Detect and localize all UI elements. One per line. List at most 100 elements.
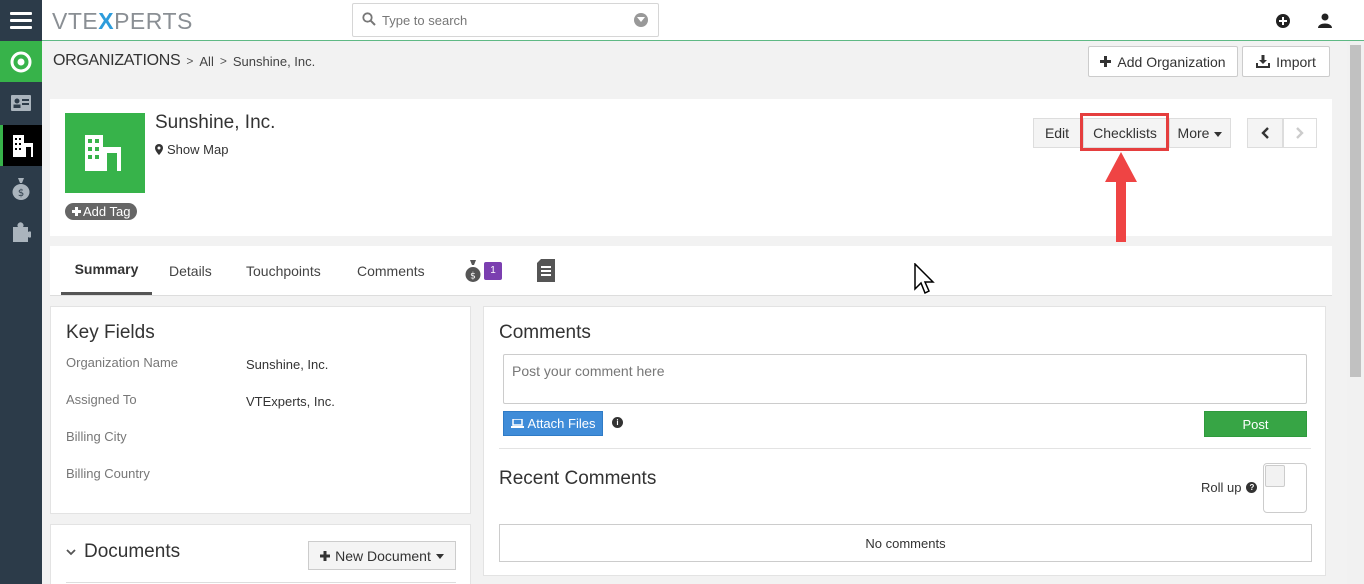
no-comments-message: No comments xyxy=(499,524,1312,562)
logo-text-x: X xyxy=(98,8,115,34)
info-icon[interactable]: i xyxy=(612,417,623,428)
previous-record-button[interactable] xyxy=(1247,118,1283,148)
breadcrumb-filter[interactable]: All xyxy=(199,54,213,69)
breadcrumb-record: Sunshine, Inc. xyxy=(232,53,316,69)
tab-details[interactable]: Details xyxy=(169,246,212,295)
tab-touchpoints[interactable]: Touchpoints xyxy=(246,246,321,295)
record-tabs: Summary Details Touchpoints Comments $ 1 xyxy=(50,246,1332,296)
target-icon xyxy=(10,51,32,72)
add-organization-label: Add Organization xyxy=(1117,53,1226,70)
edit-button[interactable]: Edit xyxy=(1033,118,1081,148)
documents-title: Documents xyxy=(84,541,181,562)
more-label: More xyxy=(1177,125,1210,141)
map-marker-icon xyxy=(155,144,163,155)
quick-create-plus-icon[interactable] xyxy=(1276,14,1290,28)
caret-down-icon xyxy=(435,554,444,559)
sidebar-item-home[interactable] xyxy=(0,41,42,82)
field-value-organization-name[interactable]: Sunshine, Inc. xyxy=(246,357,328,372)
user-icon[interactable] xyxy=(1318,13,1332,28)
comments-panel: Comments Attach Files i Post Recent Comm… xyxy=(483,306,1326,576)
chevron-right-icon: > xyxy=(219,54,227,68)
sidebar-item-extensions[interactable] xyxy=(0,211,42,252)
show-map-link[interactable]: Show Map xyxy=(155,142,228,157)
add-tag-button[interactable]: Add Tag xyxy=(65,203,138,220)
mouse-cursor-icon xyxy=(914,263,935,295)
plus-icon xyxy=(1100,56,1112,67)
left-sidebar: $ xyxy=(0,41,42,584)
sidebar-item-organizations[interactable] xyxy=(0,125,42,166)
import-button[interactable]: Import xyxy=(1242,46,1330,77)
chevron-right-icon xyxy=(1296,127,1304,139)
laptop-icon xyxy=(510,419,524,428)
new-document-button[interactable]: New Document xyxy=(308,541,456,570)
next-record-button[interactable] xyxy=(1283,118,1317,148)
roll-up-label: Roll up ? xyxy=(1201,480,1258,495)
search-input[interactable] xyxy=(382,10,622,30)
breadcrumb-module[interactable]: ORGANIZATIONS xyxy=(53,52,181,70)
tab-summary[interactable]: Summary xyxy=(61,246,152,295)
logo-text-left: VTE xyxy=(52,8,99,34)
checklists-highlight-annotation xyxy=(1080,113,1169,151)
tab-documents[interactable] xyxy=(537,246,555,295)
add-tag-label: Add Tag xyxy=(83,204,131,219)
field-label-organization-name: Organization Name xyxy=(66,355,178,370)
breadcrumb: ORGANIZATIONS > All > Sunshine, Inc. xyxy=(53,52,315,70)
chevron-down-icon xyxy=(66,548,76,555)
download-icon xyxy=(1256,55,1271,68)
roll-up-toggle[interactable] xyxy=(1263,463,1307,513)
chevron-right-icon: > xyxy=(186,54,194,68)
import-label: Import xyxy=(1276,53,1316,70)
field-value-assigned-to[interactable]: VTExperts, Inc. xyxy=(246,394,335,409)
attach-files-button[interactable]: Attach Files xyxy=(503,411,603,436)
more-button[interactable]: More xyxy=(1169,118,1231,148)
logo-text-right: PERTS xyxy=(114,8,193,34)
plus-icon xyxy=(72,207,81,216)
new-document-label: New Document xyxy=(335,547,431,564)
top-bar: VTEXPERTS xyxy=(0,0,1364,41)
building-icon xyxy=(12,134,33,157)
puzzle-icon xyxy=(13,221,31,242)
money-bag-icon: $ xyxy=(12,177,30,200)
document-icon xyxy=(537,259,555,282)
field-label-billing-city: Billing City xyxy=(66,429,127,444)
caret-down-icon xyxy=(1214,131,1223,137)
money-bag-icon: $ xyxy=(465,259,481,282)
svg-text:$: $ xyxy=(470,271,476,281)
plus-icon xyxy=(320,550,331,561)
recent-comments-title: Recent Comments xyxy=(499,468,657,489)
menu-icon[interactable] xyxy=(0,0,42,41)
divider xyxy=(66,582,456,583)
organization-avatar xyxy=(65,113,145,193)
sidebar-item-contacts[interactable] xyxy=(0,82,42,123)
documents-panel: Documents New Document xyxy=(50,524,471,584)
show-map-label: Show Map xyxy=(167,142,229,157)
toggle-knob xyxy=(1265,465,1285,487)
deals-count-badge: 1 xyxy=(484,261,502,280)
chevron-left-icon xyxy=(1261,127,1269,139)
field-label-assigned-to: Assigned To xyxy=(66,392,137,407)
key-fields-panel: Key Fields Organization Name Sunshine, I… xyxy=(50,306,471,514)
search-options-chevron-icon[interactable] xyxy=(634,13,648,27)
red-arrow-annotation xyxy=(1105,152,1137,242)
comment-input[interactable] xyxy=(503,354,1307,404)
building-icon xyxy=(85,135,121,171)
attach-files-label: Attach Files xyxy=(527,416,596,431)
svg-text:$: $ xyxy=(18,188,24,199)
scrollbar-thumb[interactable] xyxy=(1350,45,1361,377)
search-icon xyxy=(362,12,376,26)
help-icon[interactable]: ? xyxy=(1246,482,1258,493)
record-title: Sunshine, Inc. xyxy=(155,112,276,133)
divider xyxy=(499,448,1311,449)
tab-deals[interactable]: $ 1 xyxy=(465,246,502,295)
global-search xyxy=(352,3,659,37)
contact-card-icon xyxy=(11,94,31,111)
field-label-billing-country: Billing Country xyxy=(66,466,150,481)
sidebar-item-deals[interactable]: $ xyxy=(0,168,42,209)
tab-comments[interactable]: Comments xyxy=(357,246,425,295)
documents-header[interactable]: Documents xyxy=(66,541,180,563)
vtexperts-logo[interactable]: VTEXPERTS xyxy=(52,8,193,35)
comments-title: Comments xyxy=(499,322,591,343)
post-button[interactable]: Post xyxy=(1204,411,1307,437)
page-scrollbar[interactable] xyxy=(1347,41,1364,584)
add-organization-button[interactable]: Add Organization xyxy=(1088,46,1238,77)
